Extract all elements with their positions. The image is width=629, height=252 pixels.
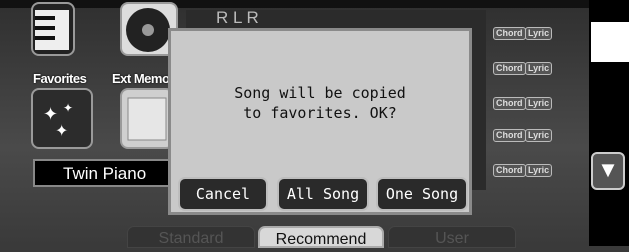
- svg-text:✦: ✦: [63, 101, 73, 115]
- copy-confirm-dialog: Song will be copied to favorites. OK? Ca…: [168, 28, 472, 215]
- cancel-button[interactable]: Cancel: [178, 177, 268, 211]
- piano-keys-icon: [35, 10, 69, 50]
- tab-user[interactable]: User: [388, 226, 516, 248]
- ext-memory-tile[interactable]: [120, 88, 174, 149]
- favorites-tile[interactable]: ✦ ✦ ✦: [31, 88, 93, 149]
- favorites-label: Favorites: [33, 71, 87, 86]
- tab-standard[interactable]: Standard: [127, 226, 255, 248]
- sparkle-icon: ✦ ✦ ✦: [43, 101, 73, 140]
- chord-badge: Chord: [493, 164, 526, 177]
- dialog-message-line1: Song will be copied: [234, 84, 406, 102]
- top-bar: [0, 0, 629, 8]
- scroll-down-button[interactable]: ▼: [591, 152, 625, 190]
- one-song-button[interactable]: One Song: [376, 177, 468, 211]
- lyric-badge: Lyric: [525, 97, 553, 110]
- ext-memory-label: Ext Memo: [112, 71, 170, 86]
- svg-text:✦: ✦: [43, 104, 58, 124]
- chord-badge: Chord: [493, 129, 526, 142]
- lyric-badge: Lyric: [525, 27, 553, 40]
- lyric-badge: Lyric: [525, 164, 553, 177]
- song-name-display: Twin Piano: [33, 159, 183, 187]
- dialog-message-line2: to favorites. OK?: [243, 104, 397, 122]
- screen: Favorites Ext Memo ✦ ✦ ✦ Twin Piano R L …: [0, 0, 629, 248]
- chord-badge: Chord: [493, 27, 526, 40]
- svg-text:✦: ✦: [55, 123, 68, 140]
- chord-badge: Chord: [493, 97, 526, 110]
- piano-category-tile[interactable]: [31, 2, 75, 56]
- lyric-badge: Lyric: [525, 62, 553, 75]
- memory-card-icon: [127, 97, 167, 141]
- chord-badge: Chord: [493, 62, 526, 75]
- tab-recommend[interactable]: Recommend: [258, 226, 384, 248]
- song-title-partial: R L R: [216, 8, 259, 27]
- lyric-badge: Lyric: [525, 129, 553, 142]
- scroll-thumb[interactable]: [591, 22, 629, 62]
- all-song-button[interactable]: All Song: [277, 177, 369, 211]
- dialog-message: Song will be copied to favorites. OK?: [171, 83, 469, 123]
